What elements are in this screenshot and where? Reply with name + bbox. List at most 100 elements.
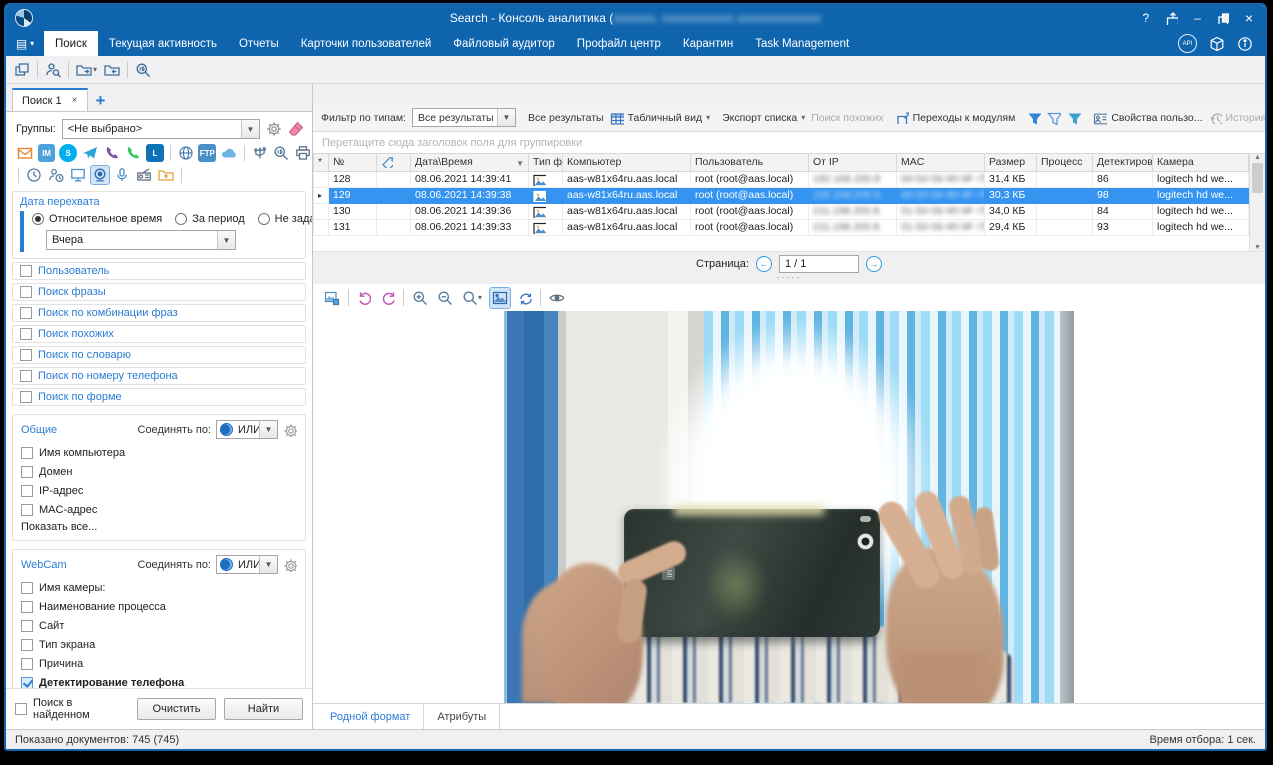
webcam-icon[interactable] <box>91 166 109 184</box>
menu-tab-текущая-активность[interactable]: Текущая активность <box>98 31 228 56</box>
checkbox-item[interactable]: Имя камеры: <box>21 578 297 597</box>
page-input[interactable]: 1 / 1 <box>779 255 859 273</box>
common-join-select[interactable]: ИЛИ▼ <box>216 420 278 439</box>
webcam-join-select[interactable]: ИЛИ▼ <box>216 555 278 574</box>
export-list-button[interactable]: Экспорт списка▾ <box>722 112 805 124</box>
column-header-№[interactable]: № <box>329 154 377 171</box>
column-header-Тип фа[interactable]: Тип фа <box>529 154 563 171</box>
filter-section-5[interactable]: Поиск по номеру телефона <box>12 367 306 385</box>
rotate-right-icon[interactable] <box>379 289 397 307</box>
folder-watch-icon[interactable] <box>157 166 175 184</box>
table-scrollbar[interactable]: ▲▼ <box>1249 154 1265 251</box>
checkbox-item[interactable]: Сайт <box>21 616 297 635</box>
webcam-settings-gear-icon[interactable] <box>283 558 297 572</box>
ftp-icon[interactable]: FTP <box>198 144 216 162</box>
groups-select[interactable]: <Не выбрано>▼ <box>62 119 260 139</box>
table-view-button[interactable]: Табличный вид▾ <box>610 111 711 125</box>
user-search-icon[interactable] <box>45 62 61 78</box>
prev-page-button[interactable]: ← <box>756 256 772 272</box>
email-icon[interactable] <box>16 144 34 162</box>
checkbox-item[interactable]: MAC-адрес <box>21 500 297 519</box>
item-checkbox[interactable] <box>21 582 33 594</box>
clear-groups-eraser-icon[interactable] <box>288 121 304 137</box>
folder-export-icon[interactable]: ▾ <box>76 62 97 78</box>
go-to-modules-button[interactable]: Переходы к модулям <box>896 111 1016 124</box>
add-tab-button[interactable]: + <box>94 92 112 111</box>
telegram-icon[interactable] <box>81 144 99 162</box>
http-icon[interactable] <box>177 144 195 162</box>
scroll-down-icon[interactable]: ▼ <box>1254 244 1261 251</box>
filter-funnel-icon[interactable] <box>1027 111 1041 125</box>
api-icon[interactable]: API <box>1178 34 1197 53</box>
table-row[interactable]: ▸12908.06.2021 14:39:38aas-w81x64ru.aas.… <box>314 187 1249 203</box>
checkbox-item[interactable]: Тип экрана <box>21 635 297 654</box>
refresh-capture-icon[interactable] <box>516 289 534 307</box>
item-checkbox[interactable] <box>21 504 33 516</box>
checkbox-item[interactable]: Причина <box>21 654 297 673</box>
viewer-tab-родной-формат[interactable]: Родной формат <box>317 704 424 729</box>
common-settings-gear-icon[interactable] <box>283 423 297 437</box>
close-tab-icon[interactable]: × <box>72 95 78 106</box>
save-image-icon[interactable] <box>322 288 342 308</box>
menu-tab-карантин[interactable]: Карантин <box>672 31 744 56</box>
viber-icon[interactable] <box>103 144 121 162</box>
filter-section-4[interactable]: Поиск по словарю <box>12 346 306 364</box>
column-header-Компьютер[interactable]: Компьютер <box>563 154 691 171</box>
whatsapp-icon[interactable] <box>124 144 142 162</box>
menu-tab-файловый-аудитор[interactable]: Файловый аудитор <box>442 31 566 56</box>
viewer-tab-атрибуты[interactable]: Атрибуты <box>424 704 500 729</box>
search-in-found-checkbox[interactable] <box>15 703 27 715</box>
cascade-windows-icon[interactable] <box>14 62 30 78</box>
keylogger-icon[interactable] <box>135 166 153 184</box>
pin-window-button[interactable] <box>1165 12 1178 25</box>
main-menu-button[interactable]: ▤▾ <box>6 31 44 56</box>
filter-checkbox[interactable] <box>20 265 32 277</box>
clock-icon[interactable] <box>25 166 43 184</box>
groups-settings-gear-icon[interactable] <box>266 121 282 137</box>
printer-icon[interactable] <box>294 144 312 162</box>
scroll-thumb[interactable] <box>1252 163 1263 193</box>
checkbox-item[interactable]: IP-адрес <box>21 481 297 500</box>
item-checkbox[interactable] <box>21 447 33 459</box>
user-activity-icon[interactable] <box>47 166 65 184</box>
item-checkbox[interactable] <box>21 466 33 478</box>
filter-checkbox[interactable] <box>20 370 32 382</box>
table-row[interactable]: 12808.06.2021 14:39:41aas-w81x64ru.aas.l… <box>314 171 1249 187</box>
next-page-button[interactable]: → <box>866 256 882 272</box>
menu-tab-task-management[interactable]: Task Management <box>744 31 860 56</box>
info-icon[interactable] <box>1237 36 1253 52</box>
package-icon[interactable] <box>1209 36 1225 52</box>
filter-checkbox[interactable] <box>20 328 32 340</box>
checkbox-item[interactable]: Домен <box>21 462 297 481</box>
filter-section-6[interactable]: Поиск по форме <box>12 388 306 406</box>
column-header-От IP[interactable]: От IP <box>809 154 897 171</box>
lync-icon[interactable]: L <box>146 144 164 162</box>
scroll-up-icon[interactable]: ▲ <box>1254 154 1261 161</box>
table-row[interactable]: 13008.06.2021 14:39:36aas-w81x64ru.aas.l… <box>314 203 1249 219</box>
item-checkbox[interactable] <box>21 677 33 689</box>
menu-tab-отчеты[interactable]: Отчеты <box>228 31 290 56</box>
help-button[interactable]: ? <box>1142 12 1149 24</box>
device-search-icon[interactable] <box>273 144 291 162</box>
zoom-in-icon[interactable] <box>410 288 429 307</box>
filter-checkbox[interactable] <box>20 349 32 361</box>
checkbox-item[interactable]: Наименование процесса <box>21 597 297 616</box>
checkbox-item[interactable]: Детектирование телефона <box>21 673 297 688</box>
column-header-Дата\Время[interactable]: Дата\Время▼ <box>411 154 529 171</box>
filter-section-1[interactable]: Поиск фразы <box>12 283 306 301</box>
type-filter-select[interactable]: Все результаты▼ <box>412 108 516 127</box>
menu-tab-поиск[interactable]: Поиск <box>44 31 98 56</box>
filter-funnel-clear-icon[interactable] <box>1047 111 1061 125</box>
filter-checkbox[interactable] <box>20 286 32 298</box>
folder-import-icon[interactable] <box>104 62 120 78</box>
filter-section-2[interactable]: Поиск по комбинации фраз <box>12 304 306 322</box>
clear-button[interactable]: Очистить <box>137 698 216 720</box>
restore-button[interactable] <box>1217 12 1229 24</box>
column-header-Процесс[interactable]: Процесс <box>1037 154 1093 171</box>
checkbox-item[interactable]: Имя компьютера <box>21 443 297 462</box>
column-header-MAC[interactable]: MAC <box>897 154 985 171</box>
table-row[interactable]: 13108.06.2021 14:39:33aas-w81x64ru.aas.l… <box>314 219 1249 235</box>
filter-section-3[interactable]: Поиск похожих <box>12 325 306 343</box>
id-search-icon[interactable] <box>135 62 151 78</box>
filter-checkbox[interactable] <box>20 391 32 403</box>
